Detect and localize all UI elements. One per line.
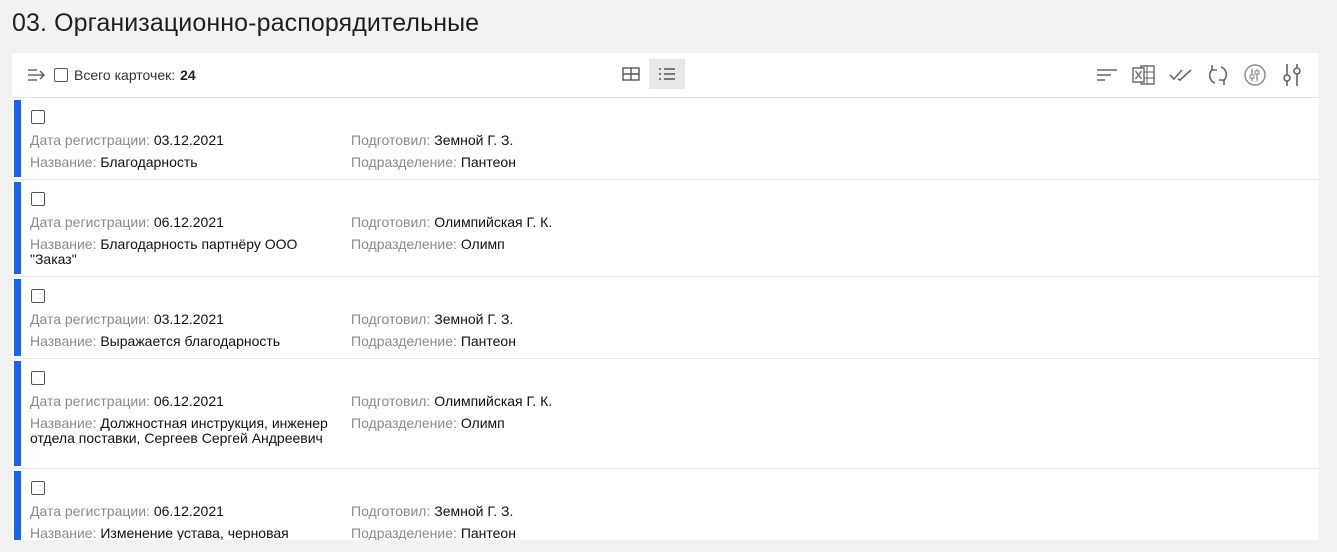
author-field: Подготовил: Олимпийская Г. К.: [351, 214, 553, 230]
name-field: Название: Выражается благодарность: [30, 333, 281, 349]
card-accent-bar: [14, 361, 21, 466]
author-field: Подготовил: Земной Г. З.: [351, 132, 514, 148]
total-cards-label: Всего карточек:: [74, 67, 176, 83]
card-checkbox[interactable]: [31, 289, 45, 303]
refresh-icon[interactable]: [1205, 62, 1231, 88]
double-check-icon[interactable]: [1168, 62, 1194, 88]
cards-panel: Всего карточек: 24 Дата регистрации: 03.…: [12, 53, 1319, 540]
document-card[interactable]: Дата регистрации: 03.12.2021 Название: Б…: [12, 98, 1319, 180]
list-view-icon[interactable]: [649, 59, 685, 89]
document-card[interactable]: Дата регистрации: 06.12.2021 Название: Б…: [12, 180, 1319, 277]
registration-date-field: Дата регистрации: 03.12.2021: [30, 311, 224, 327]
card-checkbox[interactable]: [31, 481, 45, 495]
name-field: Название: Благодарность партнёру ООО "За…: [30, 236, 298, 267]
author-field: Подготовил: Земной Г. З.: [351, 311, 514, 327]
registration-date-field: Дата регистрации: 03.12.2021: [30, 132, 224, 148]
page-title: 03. Организационно-распорядительные: [12, 9, 480, 37]
document-card[interactable]: Дата регистрации: 06.12.2021 Название: Д…: [12, 359, 1319, 469]
grid-view-icon[interactable]: [613, 59, 649, 89]
department-field: Подразделение: Пантеон: [351, 154, 516, 170]
card-checkbox[interactable]: [31, 110, 45, 124]
name-field: Название: Должностная инструкция, инжене…: [30, 415, 328, 446]
registration-date-field: Дата регистрации: 06.12.2021: [30, 214, 224, 230]
card-accent-bar: [14, 279, 21, 356]
department-field: Подразделение: Пантеон: [351, 525, 516, 541]
author-field: Подготовил: Олимпийская Г. К.: [351, 393, 553, 409]
card-accent-bar: [14, 471, 21, 540]
select-all-checkbox[interactable]: [54, 68, 68, 82]
card-accent-bar: [14, 182, 21, 274]
name-field: Название: Изменение устава, черновая: [30, 525, 289, 541]
filter-sliders-icon[interactable]: [1279, 62, 1305, 88]
collapse-arrow-icon[interactable]: [26, 64, 48, 86]
sliders-toggle-icon[interactable]: [1242, 62, 1268, 88]
name-field: Название: Благодарность: [30, 154, 198, 170]
sort-icon[interactable]: [1094, 62, 1120, 88]
document-card[interactable]: Дата регистрации: 03.12.2021 Название: В…: [12, 277, 1319, 359]
card-accent-bar: [14, 100, 21, 177]
department-field: Подразделение: Олимп: [351, 236, 505, 252]
author-field: Подготовил: Земной Г. З.: [351, 503, 514, 519]
registration-date-field: Дата регистрации: 06.12.2021: [30, 503, 224, 519]
registration-date-field: Дата регистрации: 06.12.2021: [30, 393, 224, 409]
card-checkbox[interactable]: [31, 371, 45, 385]
excel-export-icon[interactable]: [1131, 62, 1157, 88]
department-field: Подразделение: Пантеон: [351, 333, 516, 349]
total-cards-count: 24: [180, 67, 196, 83]
toolbar: Всего карточек: 24: [12, 53, 1319, 98]
card-checkbox[interactable]: [31, 192, 45, 206]
department-field: Подразделение: Олимп: [351, 415, 505, 431]
document-card[interactable]: Дата регистрации: 06.12.2021 Название: И…: [12, 469, 1319, 540]
